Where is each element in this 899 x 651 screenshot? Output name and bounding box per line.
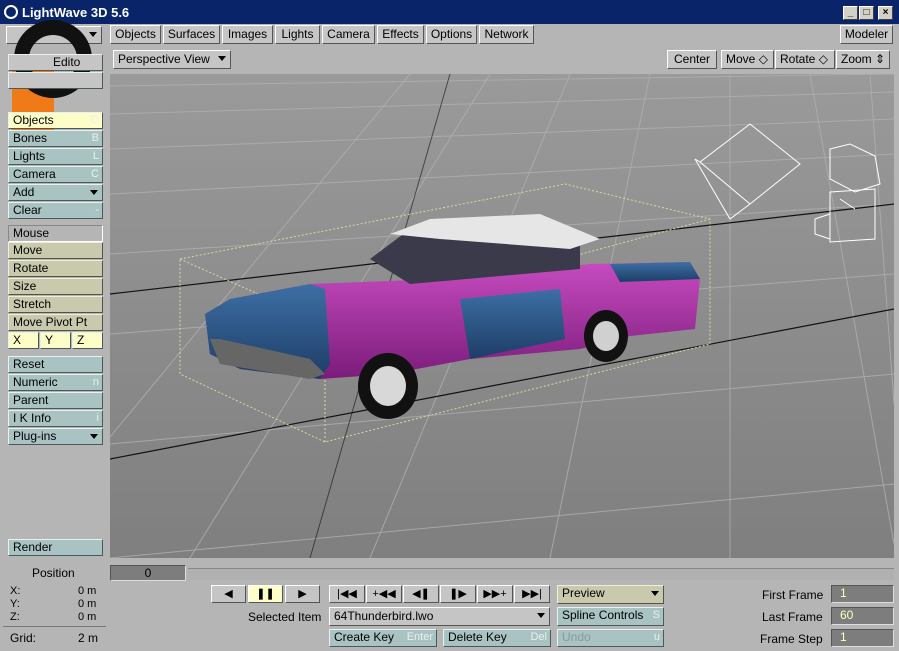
tab-surfaces[interactable]: Surfaces	[163, 25, 220, 44]
sidebar-item-move-pivot[interactable]: Move Pivot Pt	[8, 314, 103, 331]
first-frame-label: First Frame	[762, 588, 824, 602]
preview-dropdown[interactable]: Preview	[557, 585, 664, 604]
chevron-down-icon	[89, 32, 97, 37]
axis-y-toggle[interactable]: Y	[40, 332, 71, 349]
move-view-button[interactable]: Move ◇	[721, 50, 774, 69]
tab-network[interactable]: Network	[479, 25, 534, 44]
mouse-label: Mouse	[8, 225, 103, 242]
next-frame-button[interactable]: ❚▶	[440, 585, 476, 603]
editor-button[interactable]: Edito	[8, 54, 103, 71]
scene-render	[110, 74, 894, 558]
frame-step-field[interactable]: 1	[831, 629, 894, 647]
first-frame-field[interactable]: 1	[831, 585, 894, 603]
y-value: 0 m	[78, 598, 97, 610]
sidebar-item-size[interactable]: Size	[8, 278, 103, 295]
chevron-down-icon	[90, 190, 98, 195]
chevron-down-icon	[651, 591, 659, 596]
prev-key-button[interactable]: +◀◀	[366, 585, 402, 603]
current-frame-field[interactable]: 0	[110, 565, 186, 581]
close-button[interactable]: ×	[878, 6, 893, 20]
selected-item-dropdown[interactable]: 64Thunderbird.lwo	[329, 607, 550, 626]
grid-label: Grid:	[10, 631, 37, 645]
next-key-button[interactable]: ▶▶+	[477, 585, 513, 603]
view-mode-dropdown[interactable]: Perspective View	[113, 50, 231, 69]
timeline-slider[interactable]	[188, 568, 894, 580]
position-title: Position	[32, 566, 75, 580]
tab-lights[interactable]: Lights	[275, 25, 320, 44]
axis-z-toggle[interactable]: Z	[72, 332, 103, 349]
prev-frame-button[interactable]: ◀❚	[403, 585, 439, 603]
lightwave-logo-icon	[4, 5, 18, 19]
sidebar-item-move[interactable]: Move	[8, 242, 103, 259]
y-label: Y:	[10, 598, 20, 610]
grid-value: 2 m	[78, 631, 99, 645]
selected-item-label: Selected Item	[248, 610, 322, 624]
zoom-view-button[interactable]: Zoom ⇕	[836, 50, 890, 69]
x-value: 0 m	[78, 585, 97, 597]
window-title: LightWave 3D 5.6	[22, 4, 130, 20]
center-button[interactable]: Center	[667, 50, 717, 69]
play-forward-button[interactable]: ▶	[285, 585, 320, 603]
pause-button[interactable]: ❚❚	[248, 585, 283, 603]
divider	[3, 626, 106, 627]
sidebar-item-plugins[interactable]: Plug-ins	[8, 428, 103, 445]
sidebar-item-parent[interactable]: Parent	[8, 392, 103, 409]
undo-button[interactable]: Undo u	[557, 629, 664, 647]
sidebar-item-add[interactable]: Add	[8, 184, 103, 201]
perspective-viewport[interactable]	[110, 74, 894, 558]
last-frame-button[interactable]: ▶▶|	[514, 585, 550, 603]
sidebar-item-numeric[interactable]: Numeric n	[8, 374, 103, 391]
sidebar-item-lights[interactable]: Lights L	[8, 148, 103, 165]
sidebar-item-reset[interactable]: Reset	[8, 356, 103, 373]
z-value: 0 m	[78, 611, 97, 623]
modeler-button[interactable]: Modeler	[840, 25, 893, 44]
rotate-view-button[interactable]: Rotate ◇	[775, 50, 835, 69]
tab-camera[interactable]: Camera	[322, 25, 375, 44]
sidebar-item-ik-info[interactable]: I K Info i	[8, 410, 103, 427]
play-backward-button[interactable]: ◀	[211, 585, 246, 603]
sidebar-item-bones[interactable]: Bones B	[8, 130, 103, 147]
x-label: X:	[10, 585, 21, 597]
chevron-down-icon	[218, 56, 226, 61]
sidebar-item-stretch[interactable]: Stretch	[8, 296, 103, 313]
axis-x-toggle[interactable]: X	[8, 332, 39, 349]
delete-key-button[interactable]: Delete Key Del	[443, 629, 551, 647]
title-bar: LightWave 3D 5.6	[0, 0, 899, 24]
first-frame-button[interactable]: |◀◀	[329, 585, 365, 603]
move-arrows-icon: ◇	[758, 52, 768, 66]
sidebar-top-button[interactable]	[8, 72, 103, 89]
sidebar-item-rotate[interactable]: Rotate	[8, 260, 103, 277]
render-button[interactable]: Render	[8, 539, 103, 556]
sidebar-item-objects[interactable]: Objects O	[8, 112, 103, 129]
minimize-button[interactable]: _	[843, 6, 858, 20]
tab-options[interactable]: Options	[426, 25, 477, 44]
last-frame-field[interactable]: 60	[831, 607, 894, 625]
chevron-down-icon	[90, 434, 98, 439]
tab-effects[interactable]: Effects	[377, 25, 424, 44]
sidebar-item-camera[interactable]: Camera C	[8, 166, 103, 183]
rotate-arrows-icon: ◇	[818, 52, 828, 66]
sidebar-item-clear[interactable]: Clear -	[8, 202, 103, 219]
frame-step-label: Frame Step	[760, 632, 823, 646]
chevron-down-icon	[537, 613, 545, 618]
z-label: Z:	[10, 611, 20, 623]
zoom-arrows-icon: ⇕	[875, 52, 886, 66]
tab-objects[interactable]: Objects	[110, 25, 161, 44]
spline-controls-button[interactable]: Spline Controls S	[557, 607, 664, 626]
maximize-button[interactable]: □	[859, 6, 874, 20]
create-key-button[interactable]: Create Key Enter	[329, 629, 437, 647]
tab-images[interactable]: Images	[222, 25, 273, 44]
last-frame-label: Last Frame	[762, 610, 823, 624]
